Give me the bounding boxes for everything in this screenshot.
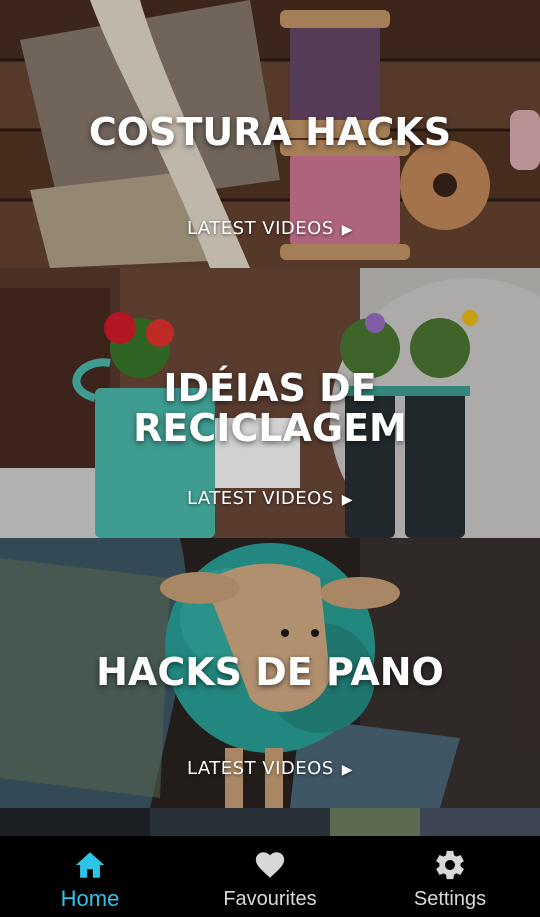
play-arrow-icon: ▶ <box>341 762 354 778</box>
bottom-navigation: Home Favourites Settings <box>0 836 540 917</box>
card-background-image <box>0 808 540 836</box>
nav-home-label: Home <box>60 886 120 911</box>
latest-videos-label: LATEST VIDEOS <box>186 758 334 779</box>
latest-videos-link[interactable]: LATEST VIDEOS ▶ <box>0 488 540 509</box>
nav-settings-label: Settings <box>413 888 487 910</box>
play-arrow-icon: ▶ <box>341 222 354 238</box>
category-feed[interactable]: COSTURA HACKS LATEST VIDEOS ▶ IDÉIAS DE … <box>0 0 540 836</box>
nav-favourites[interactable]: Favourites <box>180 836 360 917</box>
category-card-pano[interactable]: HACKS DE PANO LATEST VIDEOS ▶ <box>0 538 540 808</box>
nav-settings[interactable]: Settings <box>360 836 540 917</box>
heart-icon <box>255 852 285 878</box>
home-icon <box>75 852 105 878</box>
latest-videos-label: LATEST VIDEOS <box>186 218 334 239</box>
card-title: IDÉIAS DE RECICLAGEM <box>133 366 407 450</box>
category-card-reciclagem[interactable]: IDÉIAS DE RECICLAGEM LATEST VIDEOS ▶ <box>0 268 540 538</box>
play-arrow-icon: ▶ <box>341 492 354 508</box>
category-card-partial[interactable] <box>0 808 540 836</box>
latest-videos-link[interactable]: LATEST VIDEOS ▶ <box>0 758 540 779</box>
latest-videos-link[interactable]: LATEST VIDEOS ▶ <box>0 218 540 239</box>
latest-videos-label: LATEST VIDEOS <box>186 488 334 509</box>
nav-favourites-label: Favourites <box>223 888 317 910</box>
nav-home[interactable]: Home <box>0 836 180 917</box>
card-title: COSTURA HACKS <box>88 110 452 154</box>
category-card-costura[interactable]: COSTURA HACKS LATEST VIDEOS ▶ <box>0 0 540 268</box>
gear-icon <box>436 850 464 880</box>
card-title: HACKS DE PANO <box>96 650 444 694</box>
